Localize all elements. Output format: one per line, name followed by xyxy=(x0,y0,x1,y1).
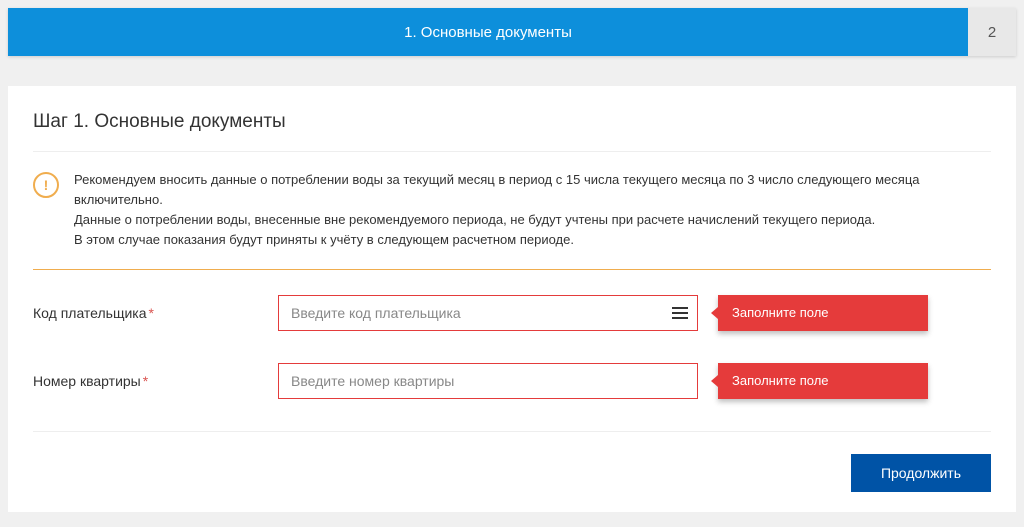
apartment-label-text: Номер квартиры xyxy=(33,373,141,389)
payer-code-label-text: Код плательщика xyxy=(33,305,147,321)
apartment-input-wrap xyxy=(278,363,698,399)
info-text: Рекомендуем вносить данные о потреблении… xyxy=(74,170,991,251)
section-divider xyxy=(33,269,991,270)
exclamation-icon: ! xyxy=(33,172,59,198)
form-card: Шаг 1. Основные документы ! Рекомендуем … xyxy=(8,86,1016,512)
apartment-row: Номер квартиры* Заполните поле xyxy=(33,363,991,399)
payer-code-label: Код плательщика* xyxy=(33,305,278,321)
step-2-inactive[interactable]: 2 xyxy=(968,8,1016,56)
info-line-3: В этом случае показания будут приняты к … xyxy=(74,232,574,247)
footer-divider xyxy=(33,431,991,432)
page-title: Шаг 1. Основные документы xyxy=(33,111,991,152)
apartment-label: Номер квартиры* xyxy=(33,373,278,389)
continue-button[interactable]: Продолжить xyxy=(851,454,991,492)
menu-icon[interactable] xyxy=(672,307,688,319)
info-line-1: Рекомендуем вносить данные о потреблении… xyxy=(74,172,920,207)
payer-code-input[interactable] xyxy=(278,295,698,331)
payer-code-row: Код плательщика* Заполните поле xyxy=(33,295,991,331)
apartment-error: Заполните поле xyxy=(718,363,928,399)
apartment-input[interactable] xyxy=(278,363,698,399)
info-banner: ! Рекомендуем вносить данные о потреблен… xyxy=(33,152,991,269)
actions-bar: Продолжить xyxy=(33,454,991,492)
step-1-active[interactable]: 1. Основные документы xyxy=(8,8,968,56)
stepper: 1. Основные документы 2 xyxy=(8,8,1016,56)
info-line-2: Данные о потреблении воды, внесенные вне… xyxy=(74,212,875,227)
required-asterisk: * xyxy=(149,305,154,321)
required-asterisk: * xyxy=(143,373,148,389)
payer-code-input-wrap xyxy=(278,295,698,331)
payer-code-error: Заполните поле xyxy=(718,295,928,331)
